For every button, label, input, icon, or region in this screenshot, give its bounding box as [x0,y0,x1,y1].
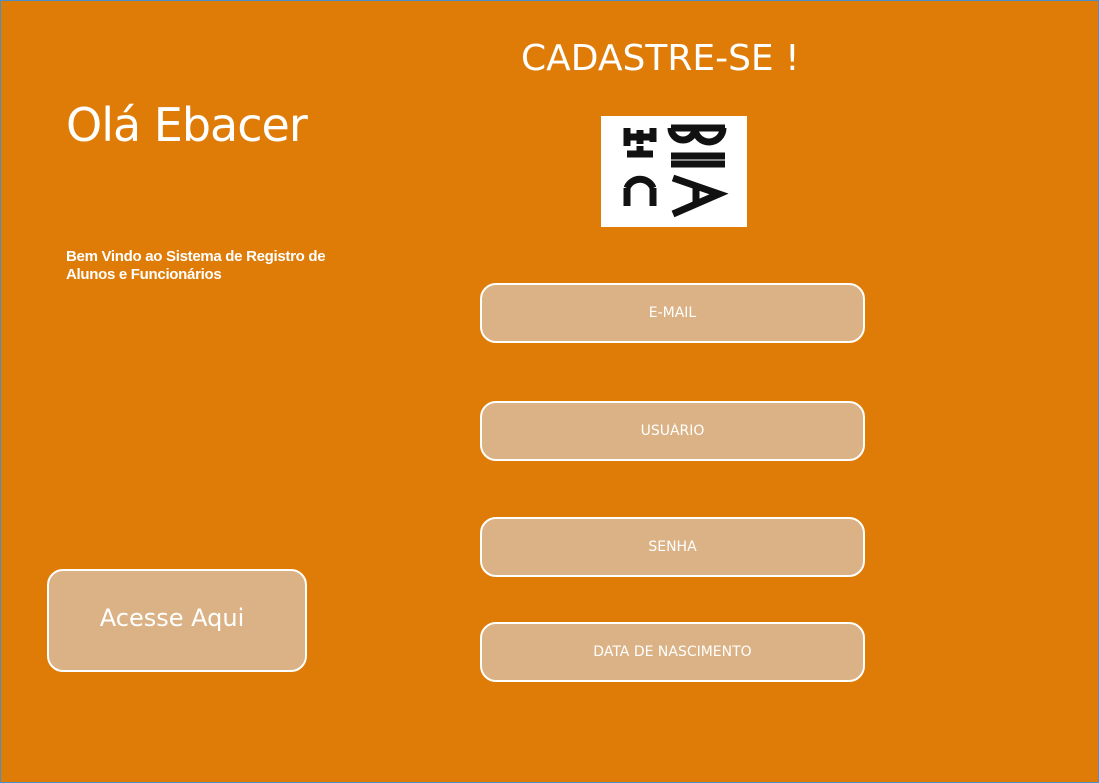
birthdate-field[interactable] [480,622,865,682]
greeting-title: Olá Ebacer [66,98,308,152]
signup-title: CADASTRE-SE ! [521,38,800,79]
access-here-button[interactable]: Acesse Aqui [47,569,307,672]
welcome-message: Bem Vindo ao Sistema de Registro de Alun… [66,248,326,283]
email-field[interactable] [480,283,865,343]
password-field[interactable] [480,517,865,577]
username-field[interactable] [480,401,865,461]
ebac-logo-graphic [623,124,729,218]
ebac-logo-icon [601,116,747,227]
access-here-label: Acesse Aqui [99,603,245,632]
page-frame: Olá Ebacer Bem Vindo ao Sistema de Regis… [0,0,1099,783]
